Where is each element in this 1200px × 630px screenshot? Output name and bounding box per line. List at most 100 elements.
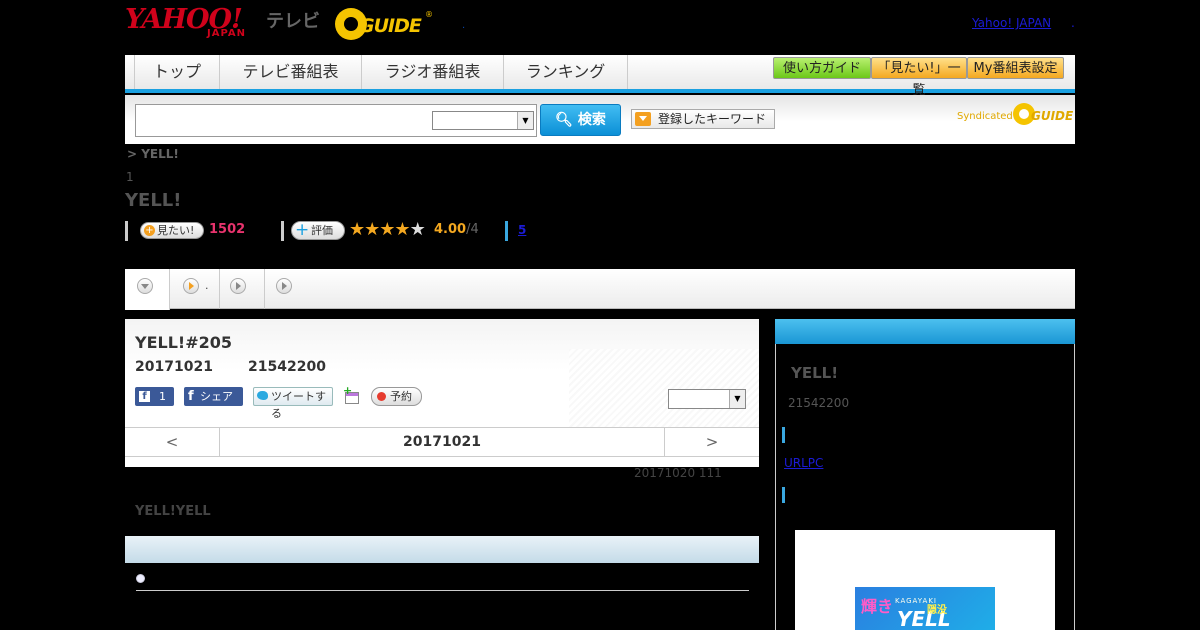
yahoo-japan-link[interactable]: Yahoo! JAPAN: [972, 16, 1051, 30]
plus-icon: +: [295, 220, 310, 240]
search-area: ▼ 🔍︎ 検索 登録したキーワード Syndicated GUIDE: [125, 95, 1075, 144]
chevron-down-icon: ▼: [517, 112, 533, 129]
saved-keywords-button[interactable]: 登録したキーワード: [631, 109, 775, 129]
rating-score-max: /4: [466, 222, 479, 237]
syndicated-brand: GUIDE: [1031, 109, 1074, 123]
play-icon: [183, 278, 199, 294]
reserve-recording-button[interactable]: 予約: [371, 387, 422, 406]
section-header-bar: [125, 536, 759, 563]
share-label: シェア: [200, 390, 233, 403]
episode-select[interactable]: ▼: [668, 389, 746, 409]
subtab-3[interactable]: [220, 269, 265, 309]
play-icon: [276, 278, 292, 294]
plus-icon: +: [144, 225, 155, 236]
facebook-icon: f: [188, 389, 194, 404]
yahoo-japan-logo[interactable]: YAHOO! JAPAN: [125, 4, 265, 40]
program-title: YELL!: [125, 190, 182, 211]
rating-score-value: 4.00: [434, 222, 467, 237]
nav-tab-top[interactable]: トップ: [135, 55, 220, 89]
want-to-watch-button[interactable]: + 見たい!: [140, 222, 204, 239]
sidebar-program-title: YELL!: [791, 364, 839, 382]
rate-button[interactable]: + 評価: [291, 221, 345, 240]
watchlist-button[interactable]: 「見たい!」一覧: [871, 57, 967, 98]
tweet-label: ツイートする: [271, 390, 326, 420]
star-filled-icon: ★: [349, 219, 365, 240]
header-dot: .: [462, 20, 466, 31]
syndicated-label: Syndicated: [957, 111, 1013, 122]
want-to-watch-count: 1502: [209, 222, 246, 237]
search-button[interactable]: 🔍︎ 検索: [540, 104, 621, 136]
twitter-bird-icon: [257, 391, 268, 400]
search-button-label: 検索: [577, 112, 606, 128]
rate-label: 評価: [311, 224, 333, 237]
program-image[interactable]: 輝き KAGAYAKI YELL 隠没: [855, 587, 995, 630]
chevron-down-icon: ▼: [729, 390, 745, 408]
star-filled-icon: ★: [364, 219, 380, 240]
sidebar-section-marker: [782, 427, 785, 443]
nav-tab-ranking[interactable]: ランキング: [504, 55, 628, 89]
global-nav: トップ テレビ番組表 ラジオ番組表 ランキング 使い方ガイド 「見たい!」一覧 …: [125, 55, 1075, 98]
page: YAHOO! JAPAN テレビ GUIDE ® . Yahoo! JAPAN …: [0, 0, 1200, 630]
play-icon: [230, 278, 246, 294]
program-subtabs: .: [125, 269, 1075, 310]
divider-bar: [505, 221, 508, 241]
gguide-logo[interactable]: GUIDE ®: [335, 8, 435, 40]
sidebar-url-link[interactable]: URLPC: [784, 456, 823, 470]
subtab-1[interactable]: [125, 269, 170, 310]
subtab-4[interactable]: [265, 269, 305, 309]
gguide-logo-text: GUIDE: [359, 15, 422, 37]
episode-panel: YELL!#205 20171021 21542200 f 1 f シェア ツイ…: [125, 319, 759, 467]
tweet-button[interactable]: ツイートする: [253, 387, 333, 420]
nav-tab-radio-schedule[interactable]: ラジオ番組表: [362, 55, 504, 89]
reserve-label: 予約: [390, 390, 412, 403]
program-image-text: 隠没: [927, 605, 947, 616]
episode-date: 20171021: [135, 359, 213, 375]
subtab-2[interactable]: .: [170, 269, 220, 309]
episode-time: 21542200: [248, 359, 326, 375]
my-schedule-settings-button[interactable]: My番組表設定: [967, 57, 1064, 79]
plus-icon: +: [343, 384, 353, 397]
date-pager: < 20171021 >: [125, 427, 759, 457]
search-icon: 🔍︎: [555, 112, 573, 128]
add-to-calendar-button[interactable]: +: [343, 384, 361, 406]
pager-next-button[interactable]: >: [664, 428, 759, 456]
sidebar: YELL! 21542200 URLPC 輝き KAGAYAKI YELL 隠没: [775, 319, 1075, 630]
nav-tab-tv-schedule[interactable]: テレビ番組表: [220, 55, 362, 89]
divider-bar: [281, 221, 284, 241]
dropdown-arrow-icon: [635, 112, 651, 126]
like-count: 1: [159, 390, 166, 403]
want-to-watch-label: 見たい!: [157, 224, 195, 237]
breadcrumb[interactable]: > YELL!: [127, 147, 179, 161]
pager-prev-button[interactable]: <: [125, 428, 220, 456]
sidebar-image-box: 輝き KAGAYAKI YELL 隠没: [795, 530, 1055, 630]
facebook-share-button[interactable]: f シェア: [184, 387, 243, 406]
review-count-link[interactable]: 5: [518, 223, 526, 237]
guide-button[interactable]: 使い方ガイド: [773, 57, 871, 79]
yahoo-logo-japan: JAPAN: [207, 28, 246, 39]
episode-description: YELL!YELL: [135, 504, 211, 519]
rating-stars: ★★★★★: [349, 219, 426, 240]
updated-info: 20171020 111: [634, 466, 722, 480]
rating-score: 4.00/4: [434, 222, 479, 237]
registered-mark: ®: [425, 10, 433, 19]
sidebar-header: [775, 319, 1075, 344]
syndicated-gguide-logo: GUIDE: [1013, 103, 1073, 127]
yahoo-japan-link-dot: .: [1071, 16, 1075, 30]
saved-keywords-label: 登録したキーワード: [658, 112, 767, 126]
program-image-text: 輝き: [861, 597, 894, 616]
divider-bar: [125, 221, 128, 241]
tv-label[interactable]: テレビ: [266, 7, 320, 33]
bullet-icon: [136, 574, 145, 583]
search-category-select[interactable]: ▼: [432, 111, 534, 130]
episode-title: YELL!#205: [135, 333, 233, 352]
star-filled-icon: ★: [394, 219, 410, 240]
pager-date: 20171021: [403, 434, 481, 450]
program-count: 1: [126, 170, 134, 184]
star-empty-icon: ★: [409, 219, 426, 240]
sidebar-program-time: 21542200: [788, 396, 850, 410]
record-dot-icon: [377, 392, 386, 401]
subtab-2-label: .: [205, 279, 209, 292]
facebook-icon: f: [139, 391, 150, 402]
facebook-like-button[interactable]: f 1: [135, 387, 174, 406]
star-filled-icon: ★: [379, 219, 395, 240]
